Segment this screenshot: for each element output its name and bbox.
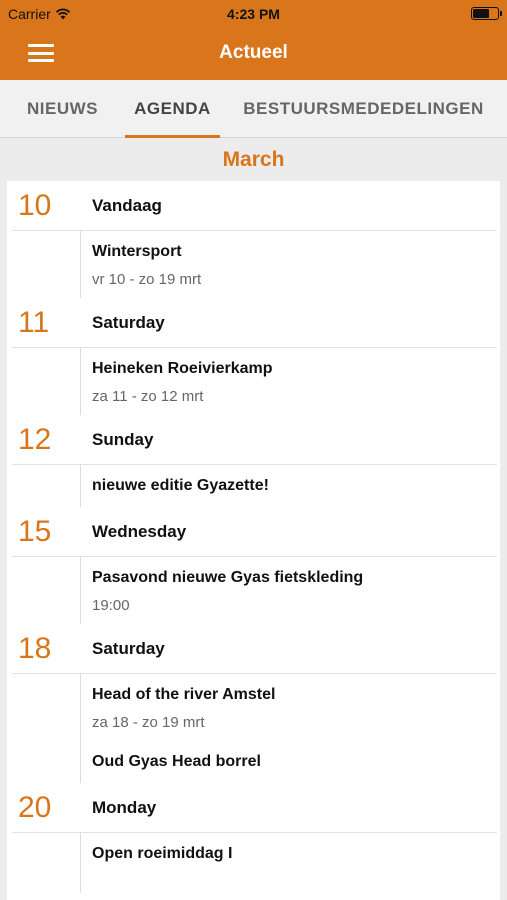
- status-time: 4:23 PM: [227, 6, 280, 22]
- event-title: Pasavond nieuwe Gyas fietskleding: [92, 569, 364, 586]
- event-item[interactable]: Open roeimiddag I: [12, 833, 500, 893]
- event-title: nieuwe editie Gyazette!: [92, 477, 269, 494]
- event-item[interactable]: Heineken Roeivierkamp za 11 - zo 12 mrt: [12, 348, 500, 415]
- month-header: March: [222, 148, 285, 171]
- event-item[interactable]: nieuwe editie Gyazette!: [12, 465, 500, 507]
- tab-bar: NIEUWS AGENDA BESTUURSMEDEDELINGEN: [0, 80, 507, 138]
- event-item[interactable]: Pasavond nieuwe Gyas fietskleding 19:00: [12, 557, 500, 624]
- event-item[interactable]: Oud Gyas Head borrel: [12, 741, 500, 783]
- day-header: 10 Vandaag: [12, 181, 497, 231]
- day-number: 15: [18, 514, 52, 548]
- day-header: 20 Monday: [12, 783, 497, 833]
- event-date: vr 10 - zo 19 mrt: [92, 271, 202, 288]
- event-date: za 18 - zo 19 mrt: [92, 714, 205, 731]
- event-time: 19:00: [92, 597, 130, 614]
- day-name: Monday: [92, 797, 157, 817]
- page-title: Actueel: [219, 42, 288, 63]
- event-item[interactable]: Head of the river Amstel za 18 - zo 19 m…: [12, 674, 500, 741]
- event-title: Oud Gyas Head borrel: [92, 753, 261, 770]
- day-number: 20: [18, 790, 52, 824]
- nav-bar: Actueel: [0, 28, 507, 80]
- event-item[interactable]: Wintersport vr 10 - zo 19 mrt: [12, 231, 500, 298]
- event-title: Heineken Roeivierkamp: [92, 360, 273, 377]
- top-bar: Carrier 4:23 PM Actueel: [0, 0, 507, 80]
- day-header: 15 Wednesday: [12, 507, 497, 557]
- day-name: Saturday: [92, 638, 165, 658]
- day-number: 10: [18, 188, 52, 222]
- day-number: 18: [18, 631, 52, 665]
- event-date: za 11 - zo 12 mrt: [92, 388, 204, 405]
- day-name: Saturday: [92, 312, 165, 332]
- day-number: 11: [18, 305, 50, 339]
- event-title: Open roeimiddag I: [92, 845, 233, 862]
- day-number: 12: [18, 422, 52, 456]
- day-name: Sunday: [92, 429, 154, 449]
- battery-icon: [471, 7, 502, 20]
- event-title: Head of the river Amstel: [92, 686, 276, 703]
- day-name: Vandaag: [92, 195, 162, 215]
- event-title: Wintersport: [92, 243, 182, 260]
- tab-agenda[interactable]: AGENDA: [125, 80, 220, 138]
- day-header: 11 Saturday: [12, 298, 497, 348]
- tab-bestuursmededelingen[interactable]: BESTUURSMEDEDELINGEN: [220, 80, 507, 137]
- day-name: Wednesday: [92, 521, 187, 541]
- day-header: 12 Sunday: [12, 415, 497, 465]
- status-bar: Carrier 4:23 PM: [0, 0, 507, 28]
- agenda-list[interactable]: 10 Vandaag Wintersport vr 10 - zo 19 mrt…: [7, 181, 500, 900]
- tab-nieuws[interactable]: NIEUWS: [0, 80, 125, 137]
- day-header: 18 Saturday: [12, 624, 497, 674]
